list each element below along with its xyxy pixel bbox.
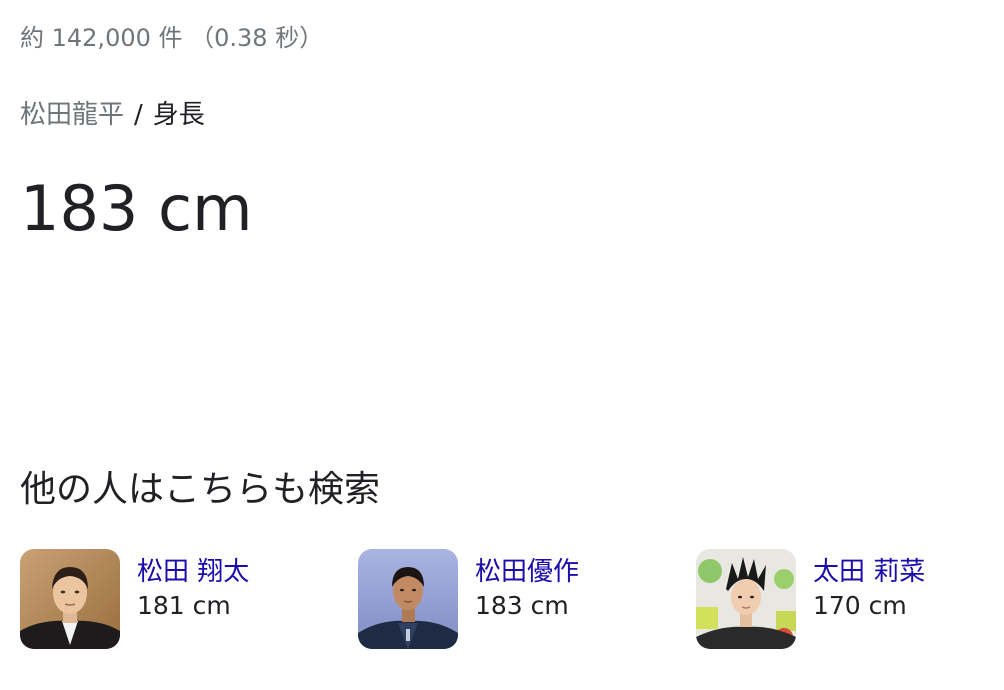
person-name-link[interactable]: 松田優作 [475,551,579,588]
person-photo[interactable] [358,549,458,649]
answer-value: 183 cm [20,172,253,245]
person-height: 181 cm [137,591,231,620]
person-height: 183 cm [475,591,569,620]
person-photo[interactable] [20,549,120,649]
person-card[interactable]: 太田 莉菜 170 cm [696,549,1004,649]
person-name-link[interactable]: 太田 莉菜 [813,551,925,588]
person-card[interactable]: 松田優作 183 cm [358,549,678,649]
person-name-link[interactable]: 松田 翔太 [137,551,249,588]
people-also-search-list: 松田 翔太 181 cm 松田優作 183 cm 太田 莉菜 170 cm [20,549,990,651]
person-photo[interactable] [696,549,796,649]
breadcrumb-separator: / [134,100,143,130]
breadcrumb-entity-link[interactable]: 松田龍平 [20,100,124,130]
breadcrumb-attribute: 身長 [152,100,205,130]
person-card[interactable]: 松田 翔太 181 cm [20,549,340,649]
search-result-page: 約 142,000 件 （0.38 秒） 松田龍平 / 身長 183 cm 他の人は… [0,0,1004,690]
breadcrumb: 松田龍平 / 身長 [20,94,205,131]
people-also-search-heading: 他の人はこちらも検索 [20,469,381,510]
result-stats: 約 142,000 件 （0.38 秒） [20,24,324,52]
person-height: 170 cm [813,591,907,620]
